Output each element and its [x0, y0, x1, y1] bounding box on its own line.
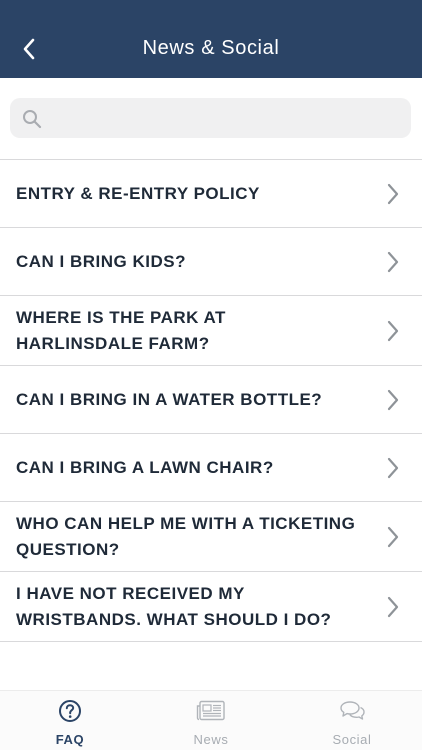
faq-item-label: I HAVE NOT RECEIVED MY WRISTBANDS. WHAT … [16, 583, 332, 629]
faq-item-label: CAN I BRING A LAWN CHAIR? [16, 457, 274, 477]
search-input[interactable] [50, 98, 400, 138]
faq-item-label: WHERE IS THE PARK AT HARLINSDALE FARM? [16, 307, 226, 353]
chevron-right-icon [387, 183, 399, 204]
search-bar[interactable] [10, 98, 411, 138]
chevron-right-icon [387, 526, 399, 547]
chevron-right-icon [387, 320, 399, 341]
question-circle-icon [59, 700, 81, 722]
chevron-right-icon [387, 389, 399, 410]
faq-item-label: WHO CAN HELP ME WITH A TICKETING QUESTIO… [16, 513, 356, 559]
faq-item-label: CAN I BRING KIDS? [16, 251, 186, 271]
chevron-right-icon [387, 596, 399, 617]
faq-item-label: ENTRY & RE-ENTRY POLICY [16, 183, 260, 203]
tab-label: News [193, 732, 229, 747]
newspaper-icon [196, 700, 225, 721]
faq-item[interactable]: WHERE IS THE PARK AT HARLINSDALE FARM? [0, 296, 422, 366]
faq-item[interactable]: CAN I BRING A LAWN CHAIR? [0, 434, 422, 502]
tab-social[interactable]: Social [282, 691, 422, 750]
app-header: News & Social [0, 0, 422, 78]
tab-label: FAQ [55, 732, 85, 747]
page-title: News & Social [142, 37, 280, 59]
faq-item[interactable]: CAN I BRING IN A WATER BOTTLE? [0, 366, 422, 434]
faq-item[interactable]: WHO CAN HELP ME WITH A TICKETING QUESTIO… [0, 502, 422, 572]
tab-label: Social [332, 732, 372, 747]
bottom-tab-bar: FAQ News Social [0, 690, 422, 750]
chat-bubbles-icon [340, 701, 365, 720]
faq-item-label: CAN I BRING IN A WATER BOTTLE? [16, 389, 323, 409]
faq-item[interactable]: CAN I BRING KIDS? [0, 228, 422, 296]
chevron-right-icon [387, 251, 399, 272]
tab-news[interactable]: News [141, 691, 281, 750]
tab-faq[interactable]: FAQ [0, 691, 140, 750]
faq-list: ENTRY & RE-ENTRY POLICY CAN I BRING KIDS… [0, 159, 422, 642]
search-icon [23, 110, 42, 129]
faq-item[interactable]: I HAVE NOT RECEIVED MY WRISTBANDS. WHAT … [0, 572, 422, 642]
chevron-right-icon [387, 457, 399, 478]
faq-item[interactable]: ENTRY & RE-ENTRY POLICY [0, 160, 422, 228]
